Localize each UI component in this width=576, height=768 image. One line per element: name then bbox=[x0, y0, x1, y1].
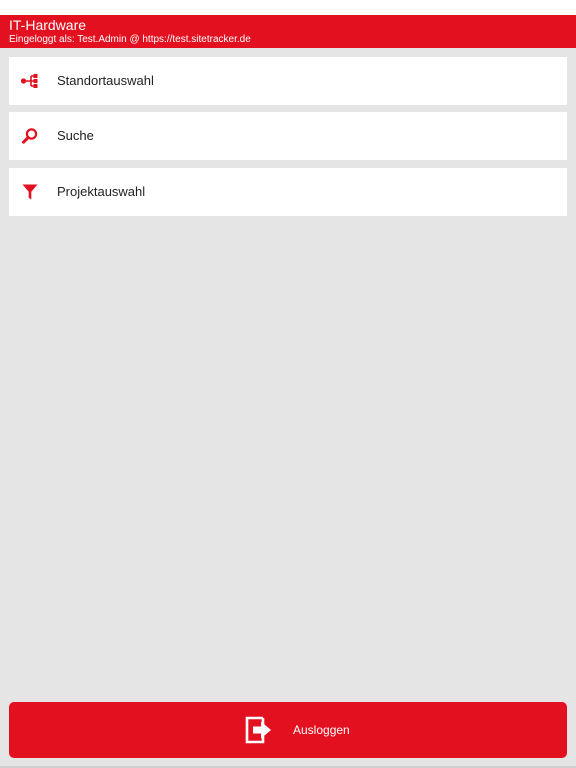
menu-item-suche[interactable]: Suche bbox=[9, 112, 567, 160]
menu-item-standortauswahl[interactable]: Standortauswahl bbox=[9, 57, 567, 105]
menu-item-label: Suche bbox=[57, 128, 94, 143]
status-bar bbox=[0, 0, 576, 15]
search-icon bbox=[20, 126, 40, 146]
menu-item-label: Standortauswahl bbox=[57, 73, 154, 88]
menu-item-projektauswahl[interactable]: Projektauswahl bbox=[9, 168, 567, 216]
menu-item-label: Projektauswahl bbox=[57, 184, 146, 199]
app-header: IT-Hardware Eingeloggt als: Test.Admin @… bbox=[0, 15, 576, 48]
logout-label: Ausloggen bbox=[293, 723, 350, 737]
app-title: IT-Hardware bbox=[9, 17, 87, 33]
login-info: Eingeloggt als: Test.Admin @ https://tes… bbox=[9, 34, 251, 45]
filter-icon bbox=[20, 182, 40, 202]
logout-button[interactable]: Ausloggen bbox=[9, 702, 567, 758]
logout-icon bbox=[243, 714, 275, 746]
sitemap-icon bbox=[20, 71, 40, 91]
